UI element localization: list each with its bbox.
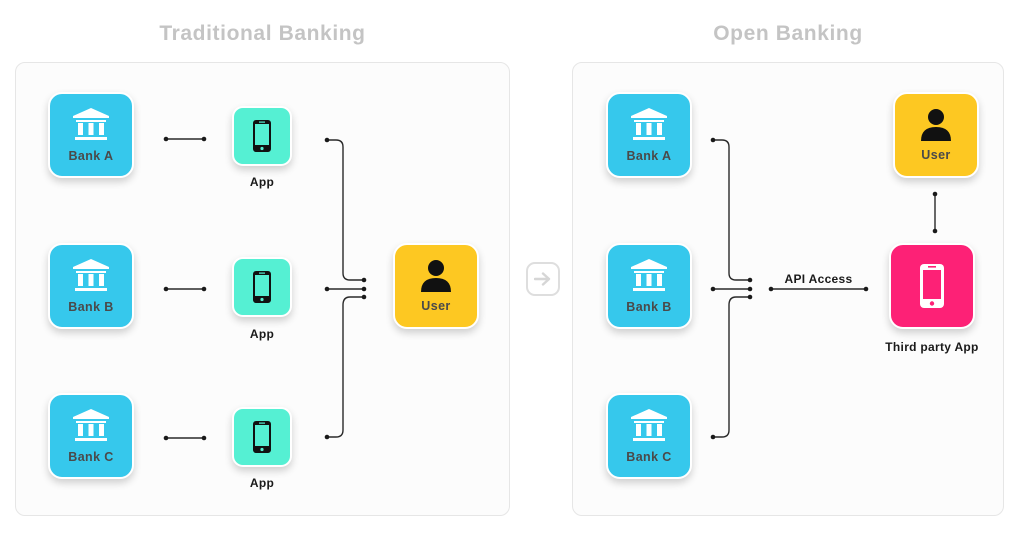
- smartphone-icon: [253, 120, 271, 152]
- traditional-app-c: [232, 407, 292, 467]
- bank-icon: [73, 409, 109, 441]
- traditional-bank-a: Bank A: [48, 92, 134, 178]
- transition-arrow: [526, 262, 560, 296]
- traditional-bank-c: Bank C: [48, 393, 134, 479]
- bank-label: Bank C: [626, 450, 672, 464]
- bank-label: Bank A: [68, 149, 114, 163]
- bank-icon: [631, 108, 667, 140]
- traditional-user: User: [393, 243, 479, 329]
- api-access-label: API Access: [784, 272, 853, 286]
- traditional-bank-b: Bank B: [48, 243, 134, 329]
- user-icon: [421, 260, 451, 292]
- bank-icon: [73, 108, 109, 140]
- traditional-banking-title: Traditional Banking: [159, 22, 366, 45]
- open-banking-title: Open Banking: [713, 22, 863, 45]
- bank-label: Bank C: [68, 450, 114, 464]
- third-party-app: [889, 243, 975, 329]
- open-bank-b: Bank B: [606, 243, 692, 329]
- arrow-right-icon: [534, 272, 551, 286]
- bank-label: Bank B: [68, 300, 114, 314]
- open-user: User: [893, 92, 979, 178]
- smartphone-icon: [253, 421, 271, 453]
- app-caption: App: [249, 175, 275, 189]
- open-bank-c: Bank C: [606, 393, 692, 479]
- bank-icon: [631, 259, 667, 291]
- traditional-app-b: [232, 257, 292, 317]
- bank-label: Bank B: [626, 300, 672, 314]
- bank-label: Bank A: [626, 149, 672, 163]
- app-caption: App: [249, 476, 275, 490]
- traditional-app-a: [232, 106, 292, 166]
- app-caption: App: [249, 327, 275, 341]
- bank-icon: [73, 259, 109, 291]
- third-party-app-caption: Third party App: [885, 340, 979, 354]
- user-label: User: [921, 148, 951, 162]
- user-label: User: [421, 299, 451, 313]
- user-icon: [921, 109, 951, 141]
- open-bank-a: Bank A: [606, 92, 692, 178]
- smartphone-icon: [253, 271, 271, 303]
- bank-icon: [631, 409, 667, 441]
- smartphone-icon: [920, 264, 944, 308]
